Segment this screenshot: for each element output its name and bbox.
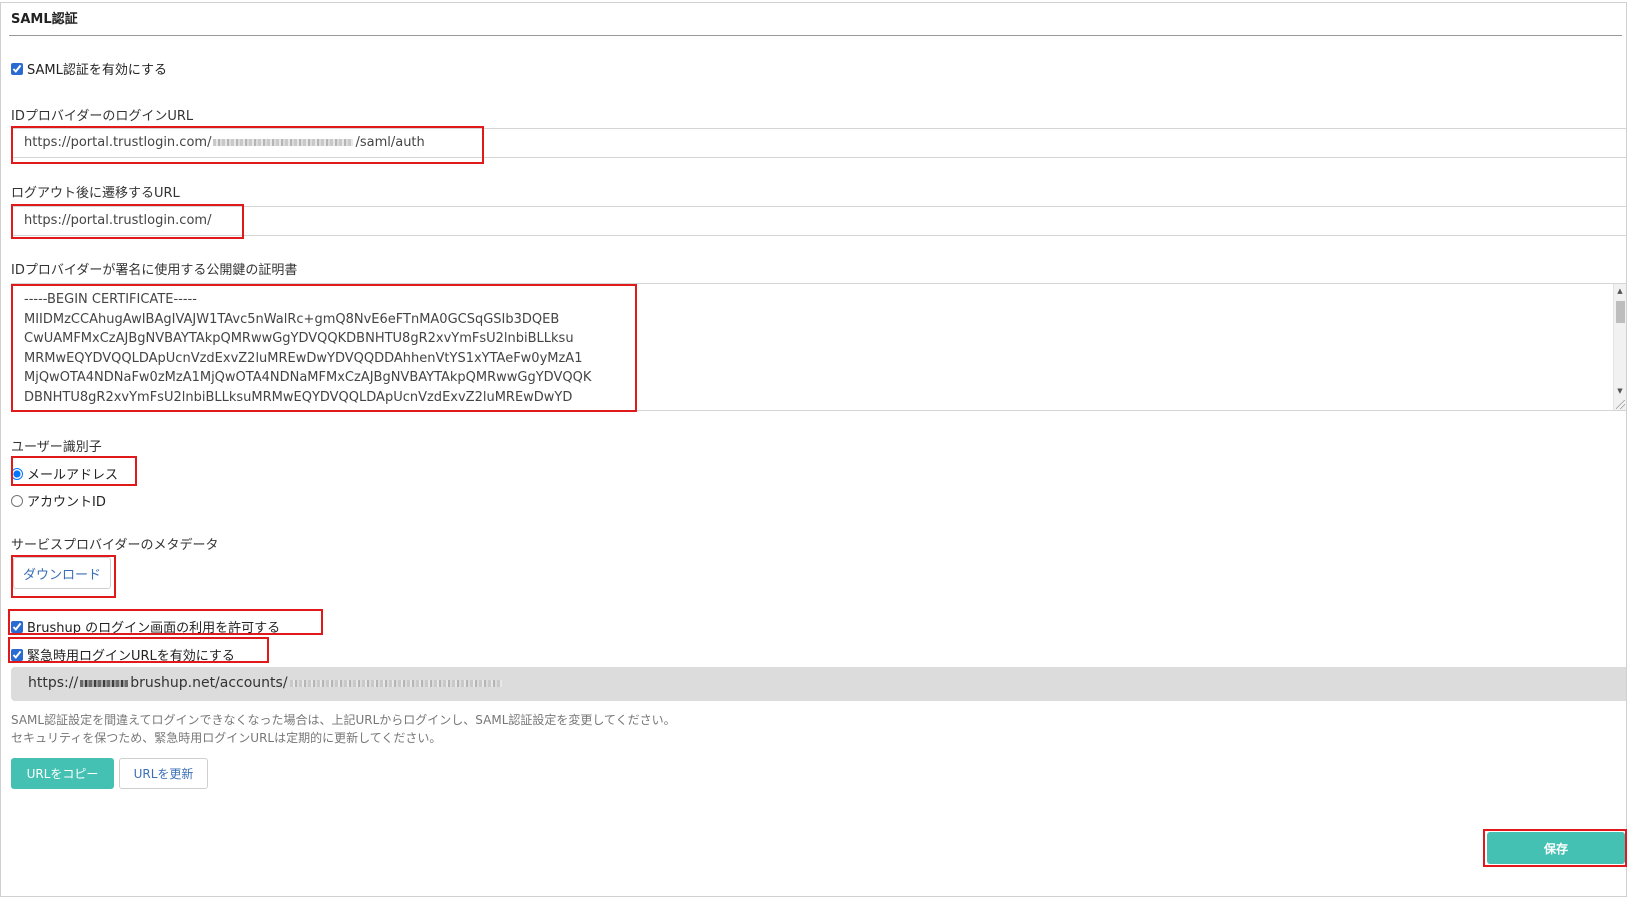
title-divider <box>9 35 1622 36</box>
scroll-thumb[interactable] <box>1616 301 1625 323</box>
help-line-1: SAML認証設定を間違えてログインできなくなった場合は、上記URLからログインし… <box>11 713 676 727</box>
resize-grip-icon[interactable] <box>1616 400 1625 409</box>
logout-url-label: ログアウト後に遷移するURL <box>11 186 180 201</box>
highlight-idp-login-url <box>11 126 484 164</box>
highlight-logout-url <box>11 204 244 239</box>
account-id-radio-label: アカウントID <box>27 495 106 510</box>
refresh-url-button[interactable]: URLを更新 <box>119 758 208 789</box>
highlight-emergency-login <box>8 637 269 663</box>
emergency-url-prefix: https:// <box>28 675 79 691</box>
sp-metadata-label: サービスプロバイダーのメタデータ <box>11 538 219 553</box>
scroll-up-icon[interactable]: ▲ <box>1614 286 1626 296</box>
redacted-segment <box>289 679 502 687</box>
help-text: SAML認証設定を間違えてログインできなくなった場合は、上記URLからログインし… <box>11 711 676 747</box>
user-identifier-label: ユーザー識別子 <box>11 440 102 455</box>
emergency-login-url: https:// brushup.net/accounts/ <box>11 667 1626 701</box>
section-title: SAML認証 <box>11 12 78 27</box>
redacted-segment <box>80 679 129 687</box>
logout-url-field[interactable]: https://portal.trustlogin.com/ <box>11 206 1626 236</box>
highlight-certificate <box>11 284 637 412</box>
help-line-2: セキュリティを保つため、緊急時用ログインURLは定期的に更新してください。 <box>11 731 442 745</box>
highlight-user-identifier <box>11 456 137 486</box>
enable-saml-row[interactable]: SAML認証を有効にする <box>11 59 167 78</box>
emergency-url-middle: brushup.net/accounts/ <box>130 675 288 691</box>
radio-option-account-id[interactable]: アカウントID <box>11 491 106 510</box>
idp-login-url-label: IDプロバイダーのログインURL <box>11 109 194 124</box>
copy-url-button[interactable]: URLをコピー <box>11 758 114 789</box>
certificate-label: IDプロバイダーが署名に使用する公開鍵の証明書 <box>11 263 298 278</box>
scroll-down-icon[interactable]: ▼ <box>1614 386 1626 396</box>
highlight-allow-brushup-login <box>8 609 323 635</box>
certificate-scrollbar[interactable]: ▲ ▼ <box>1613 284 1626 410</box>
account-id-radio[interactable] <box>11 494 23 507</box>
highlight-download <box>11 555 116 598</box>
enable-saml-checkbox[interactable] <box>11 62 23 75</box>
highlight-save <box>1483 829 1627 867</box>
enable-saml-label: SAML認証を有効にする <box>27 63 167 78</box>
